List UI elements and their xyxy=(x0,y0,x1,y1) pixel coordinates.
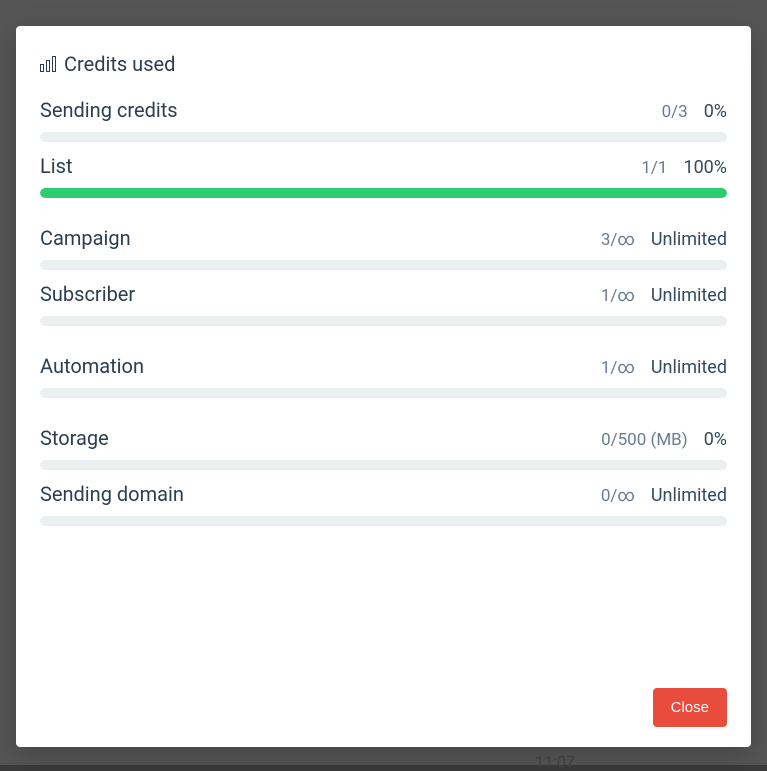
metric-percentage: 0% xyxy=(704,101,727,122)
metric-percentage: Unlimited xyxy=(651,229,727,250)
metric-values: 1/1 100% xyxy=(641,157,727,178)
metric-percentage: 100% xyxy=(683,157,727,178)
metric-values: 1/∞ Unlimited xyxy=(601,357,727,378)
metric-fraction: 1/∞ xyxy=(601,358,635,378)
metric-percentage: 0% xyxy=(704,429,727,450)
metric-label: Sending credits xyxy=(40,98,178,122)
bar-chart-icon xyxy=(40,56,56,72)
metric-group: Campaign 3/∞ Unlimited Subscriber 1/∞ Unlimit… xyxy=(40,226,727,326)
metric-group: Sending credits 0/3 0% List 1/1 100% xyxy=(40,98,727,198)
metric-fraction: 1/1 xyxy=(641,158,667,178)
metric-row: Sending domain 0/∞ Unlimited xyxy=(40,482,727,526)
progress-fill xyxy=(40,188,727,198)
credits-used-modal: Credits used Sending credits 0/3 0% List 1/1… xyxy=(16,26,751,747)
metric-fraction: 0/500 (MB) xyxy=(601,430,688,450)
progress-bar xyxy=(40,260,727,270)
modal-title: Credits used xyxy=(64,52,175,76)
metric-values: 0/3 0% xyxy=(662,101,727,122)
metric-values: 0/∞ Unlimited xyxy=(601,485,727,506)
progress-bar xyxy=(40,132,727,142)
metric-label: Subscriber xyxy=(40,282,135,306)
metric-row: Subscriber 1/∞ Unlimited xyxy=(40,282,727,326)
progress-bar xyxy=(40,516,727,526)
metric-fraction: 0/3 xyxy=(662,102,688,122)
metric-label: List xyxy=(40,154,73,178)
metric-values: 0/500 (MB) 0% xyxy=(601,429,727,450)
metric-row: Storage 0/500 (MB) 0% xyxy=(40,426,727,470)
metric-group: Automation 1/∞ Unlimited xyxy=(40,354,727,398)
metric-row: Campaign 3/∞ Unlimited xyxy=(40,226,727,270)
metric-fraction: 1/∞ xyxy=(601,286,635,306)
progress-bar xyxy=(40,460,727,470)
metric-row: List 1/1 100% xyxy=(40,154,727,198)
bg-time: 11:07 xyxy=(535,752,575,771)
metric-percentage: Unlimited xyxy=(651,357,727,378)
metric-values: 1/∞ Unlimited xyxy=(601,285,727,306)
progress-bar xyxy=(40,388,727,398)
metric-label: Sending domain xyxy=(40,482,184,506)
modal-header: Credits used xyxy=(40,52,727,76)
metric-fraction: 0/∞ xyxy=(601,486,635,506)
close-button[interactable]: Close xyxy=(653,688,727,727)
metric-values: 3/∞ Unlimited xyxy=(601,229,727,250)
metric-group: Storage 0/500 (MB) 0% Sending domain 0/∞ Unli… xyxy=(40,426,727,526)
metric-row: Sending credits 0/3 0% xyxy=(40,98,727,142)
metric-percentage: Unlimited xyxy=(651,285,727,306)
metric-percentage: Unlimited xyxy=(651,485,727,506)
modal-footer: Close xyxy=(40,688,727,727)
metric-label: Storage xyxy=(40,426,109,450)
metric-label: Campaign xyxy=(40,226,131,250)
metrics-container: Sending credits 0/3 0% List 1/1 100% Campaign 3… xyxy=(40,98,727,554)
progress-bar xyxy=(40,316,727,326)
metric-fraction: 3/∞ xyxy=(601,230,635,250)
metric-row: Automation 1/∞ Unlimited xyxy=(40,354,727,398)
progress-bar xyxy=(40,188,727,198)
metric-label: Automation xyxy=(40,354,144,378)
